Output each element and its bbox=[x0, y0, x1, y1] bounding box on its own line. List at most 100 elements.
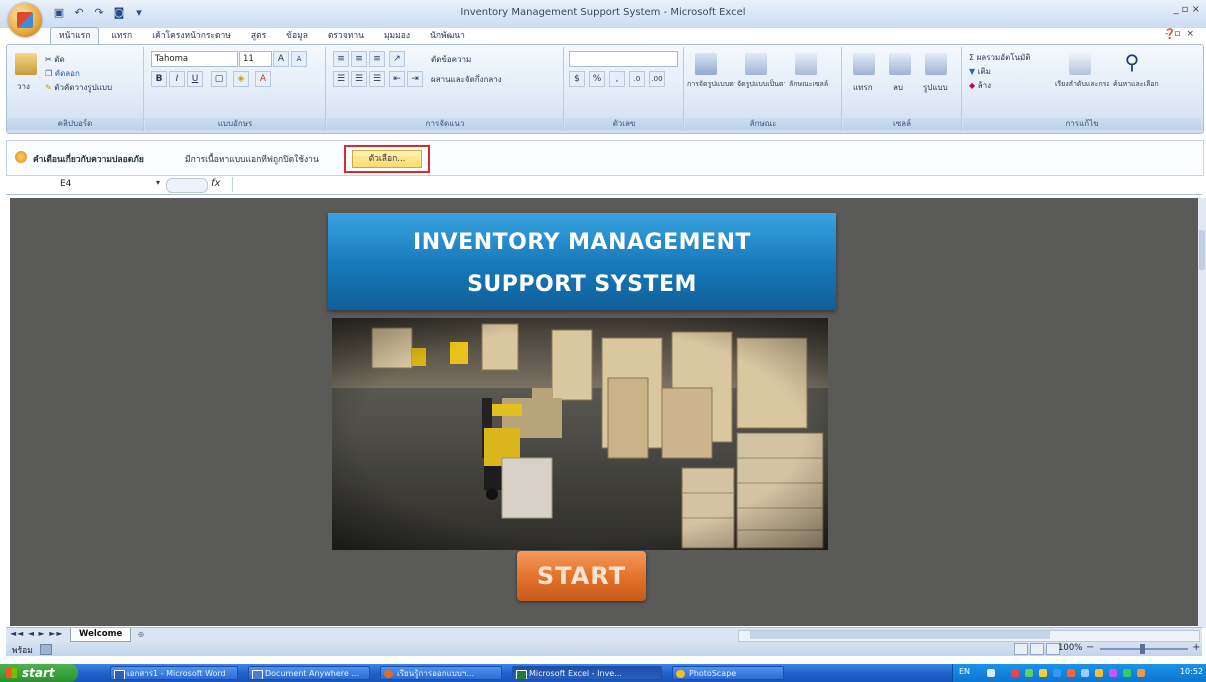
merge-center-button[interactable]: ผสานและจัดกึ่งกลาง bbox=[431, 73, 502, 86]
insert-cells-button[interactable]: แทรก bbox=[853, 81, 873, 94]
binoculars-icon[interactable]: ⚲ bbox=[1121, 51, 1143, 73]
fill-color-icon[interactable]: ◈ bbox=[233, 71, 249, 87]
autosum-button[interactable]: Σ ผลรวมอัตโนมัติ bbox=[969, 51, 1031, 64]
taskbar-clock[interactable]: 10:52 bbox=[1180, 667, 1203, 676]
language-indicator[interactable]: EN bbox=[959, 667, 970, 676]
percent-icon[interactable]: % bbox=[589, 71, 605, 87]
tab-insert[interactable]: แทรก bbox=[103, 28, 140, 44]
tab-data[interactable]: ข้อมูล bbox=[278, 28, 316, 44]
zoom-level[interactable]: 100% bbox=[1058, 643, 1082, 653]
paste-icon[interactable] bbox=[15, 53, 37, 75]
sheet-nav-arrows[interactable]: ◄◄ ◄ ► ►► bbox=[10, 629, 64, 638]
orientation-icon[interactable]: ↗ bbox=[389, 51, 405, 67]
paste-button[interactable]: วาง bbox=[17, 80, 30, 93]
taskbar-item-photoscape[interactable]: PhotoScape bbox=[672, 666, 784, 680]
tab-review[interactable]: ตรวจทาน bbox=[320, 28, 372, 44]
border-icon[interactable]: ▢ bbox=[211, 71, 227, 87]
find-select-button[interactable]: ค้นหาและเลือก bbox=[1113, 79, 1159, 90]
workbook-controls[interactable]: -▫× bbox=[1165, 29, 1200, 39]
increase-decimal-icon[interactable]: .0 bbox=[629, 71, 645, 87]
format-painter-button[interactable]: ✎ ตัวคัดวางรูปแบบ bbox=[45, 81, 112, 94]
formula-bar-handle[interactable] bbox=[166, 178, 208, 193]
window-controls[interactable]: _ ▫ × bbox=[1173, 4, 1200, 15]
power-icon[interactable] bbox=[1137, 669, 1145, 677]
copy-button[interactable]: ❐ คัดลอก bbox=[45, 67, 80, 80]
increase-indent-icon[interactable]: ⇥ bbox=[407, 71, 423, 87]
tab-view[interactable]: มุมมอง bbox=[376, 28, 418, 44]
tab-formulas[interactable]: สูตร bbox=[243, 28, 274, 44]
cell-styles-button[interactable]: ลักษณะเซลล์ bbox=[789, 79, 828, 90]
align-bottom-icon[interactable]: ≡ bbox=[369, 51, 385, 67]
format-table-button[interactable]: จัดรูปแบบเป็นตาราง bbox=[737, 79, 785, 90]
antivirus-icon[interactable] bbox=[1011, 669, 1019, 677]
zoom-out-icon[interactable]: − bbox=[1086, 642, 1094, 653]
number-format-box[interactable] bbox=[569, 51, 678, 67]
sync-icon[interactable] bbox=[1123, 669, 1131, 677]
security-center-icon[interactable] bbox=[1067, 669, 1075, 677]
align-middle-icon[interactable]: ≡ bbox=[351, 51, 367, 67]
format-table-icon[interactable] bbox=[745, 53, 767, 75]
align-top-icon[interactable]: ≡ bbox=[333, 51, 349, 67]
tab-home[interactable]: หน้าแรก bbox=[50, 27, 100, 44]
name-box-dropdown-icon[interactable]: ▾ bbox=[156, 178, 160, 187]
sort-filter-icon[interactable] bbox=[1069, 53, 1091, 75]
keyboard-icon[interactable] bbox=[987, 669, 995, 677]
taskbar-item-excel[interactable]: Microsoft Excel - Inve... bbox=[512, 666, 662, 680]
font-name-box[interactable]: Tahoma bbox=[151, 51, 238, 67]
macro-record-icon[interactable] bbox=[40, 644, 52, 655]
app-tray-icon[interactable] bbox=[1109, 669, 1117, 677]
decrease-decimal-icon[interactable]: .00 bbox=[649, 71, 665, 87]
name-box[interactable]: E4 bbox=[10, 177, 150, 192]
formula-input[interactable] bbox=[232, 177, 1203, 192]
align-center-icon[interactable]: ☰ bbox=[351, 71, 367, 87]
cell-styles-icon[interactable] bbox=[795, 53, 817, 75]
currency-icon[interactable]: $ bbox=[569, 71, 585, 87]
sheet-tab-welcome[interactable]: Welcome bbox=[70, 628, 132, 642]
align-right-icon[interactable]: ☰ bbox=[369, 71, 385, 87]
font-color-icon[interactable]: A bbox=[255, 71, 271, 87]
underline-button[interactable]: U bbox=[187, 71, 203, 87]
zoom-slider-knob[interactable] bbox=[1140, 644, 1145, 654]
volume-icon[interactable] bbox=[1081, 669, 1089, 677]
taskbar-item-document-anywhere[interactable]: Document Anywhere ... bbox=[248, 666, 370, 680]
delete-cells-button[interactable]: ลบ bbox=[893, 81, 903, 94]
delete-cells-icon[interactable] bbox=[889, 53, 911, 75]
zoom-in-icon[interactable]: + bbox=[1192, 642, 1200, 653]
office-button[interactable] bbox=[8, 3, 42, 37]
align-left-icon[interactable]: ☰ bbox=[333, 71, 349, 87]
start-button[interactable]: START bbox=[517, 551, 646, 601]
comma-icon[interactable]: , bbox=[609, 71, 625, 87]
start-menu-button[interactable]: start bbox=[0, 664, 78, 682]
network-icon[interactable] bbox=[1025, 669, 1033, 677]
shrink-font-icon[interactable]: A bbox=[291, 51, 307, 67]
update-icon[interactable] bbox=[1039, 669, 1047, 677]
vertical-scroll-thumb[interactable] bbox=[1199, 230, 1205, 270]
decrease-indent-icon[interactable]: ⇤ bbox=[389, 71, 405, 87]
sort-filter-button[interactable]: เรียงลำดับและกรอง bbox=[1055, 79, 1109, 90]
grow-font-icon[interactable]: A bbox=[273, 51, 289, 67]
horizontal-scroll-thumb[interactable] bbox=[750, 631, 1050, 639]
conditional-format-icon[interactable] bbox=[695, 53, 717, 75]
normal-view-icon[interactable] bbox=[1014, 643, 1028, 655]
bluetooth-icon[interactable] bbox=[1053, 669, 1061, 677]
insert-cells-icon[interactable] bbox=[853, 53, 875, 75]
fill-button[interactable]: ▼ เติม bbox=[969, 65, 991, 78]
format-cells-icon[interactable] bbox=[925, 53, 947, 75]
insert-function-icon[interactable]: fx bbox=[211, 178, 220, 189]
italic-button[interactable]: I bbox=[169, 71, 185, 87]
page-layout-view-icon[interactable] bbox=[1030, 643, 1044, 655]
format-cells-button[interactable]: รูปแบบ bbox=[923, 81, 948, 94]
font-size-box[interactable]: 11 bbox=[239, 51, 272, 67]
wrap-text-button[interactable]: ตัดข้อความ bbox=[431, 53, 471, 66]
clear-button[interactable]: ◆ ล้าง bbox=[969, 79, 991, 92]
taskbar-item-browser[interactable]: เรียนรู้การออกแบบฯ... bbox=[380, 666, 502, 680]
tab-developer[interactable]: นักพัฒนา bbox=[422, 28, 473, 44]
insert-sheet-icon[interactable]: ⊕ bbox=[128, 628, 154, 641]
cut-button[interactable]: ✂ ตัด bbox=[45, 53, 65, 66]
messenger-icon[interactable] bbox=[1095, 669, 1103, 677]
taskbar-item-word[interactable]: เอกสาร1 - Microsoft Word bbox=[110, 666, 238, 680]
tab-page-layout[interactable]: เค้าโครงหน้ากระดาษ bbox=[144, 28, 239, 44]
options-button[interactable]: ตัวเลือก... bbox=[352, 150, 422, 168]
bold-button[interactable]: B bbox=[151, 71, 167, 87]
conditional-format-button[interactable]: การจัดรูปแบบตามเงื่อนไข bbox=[687, 79, 735, 90]
